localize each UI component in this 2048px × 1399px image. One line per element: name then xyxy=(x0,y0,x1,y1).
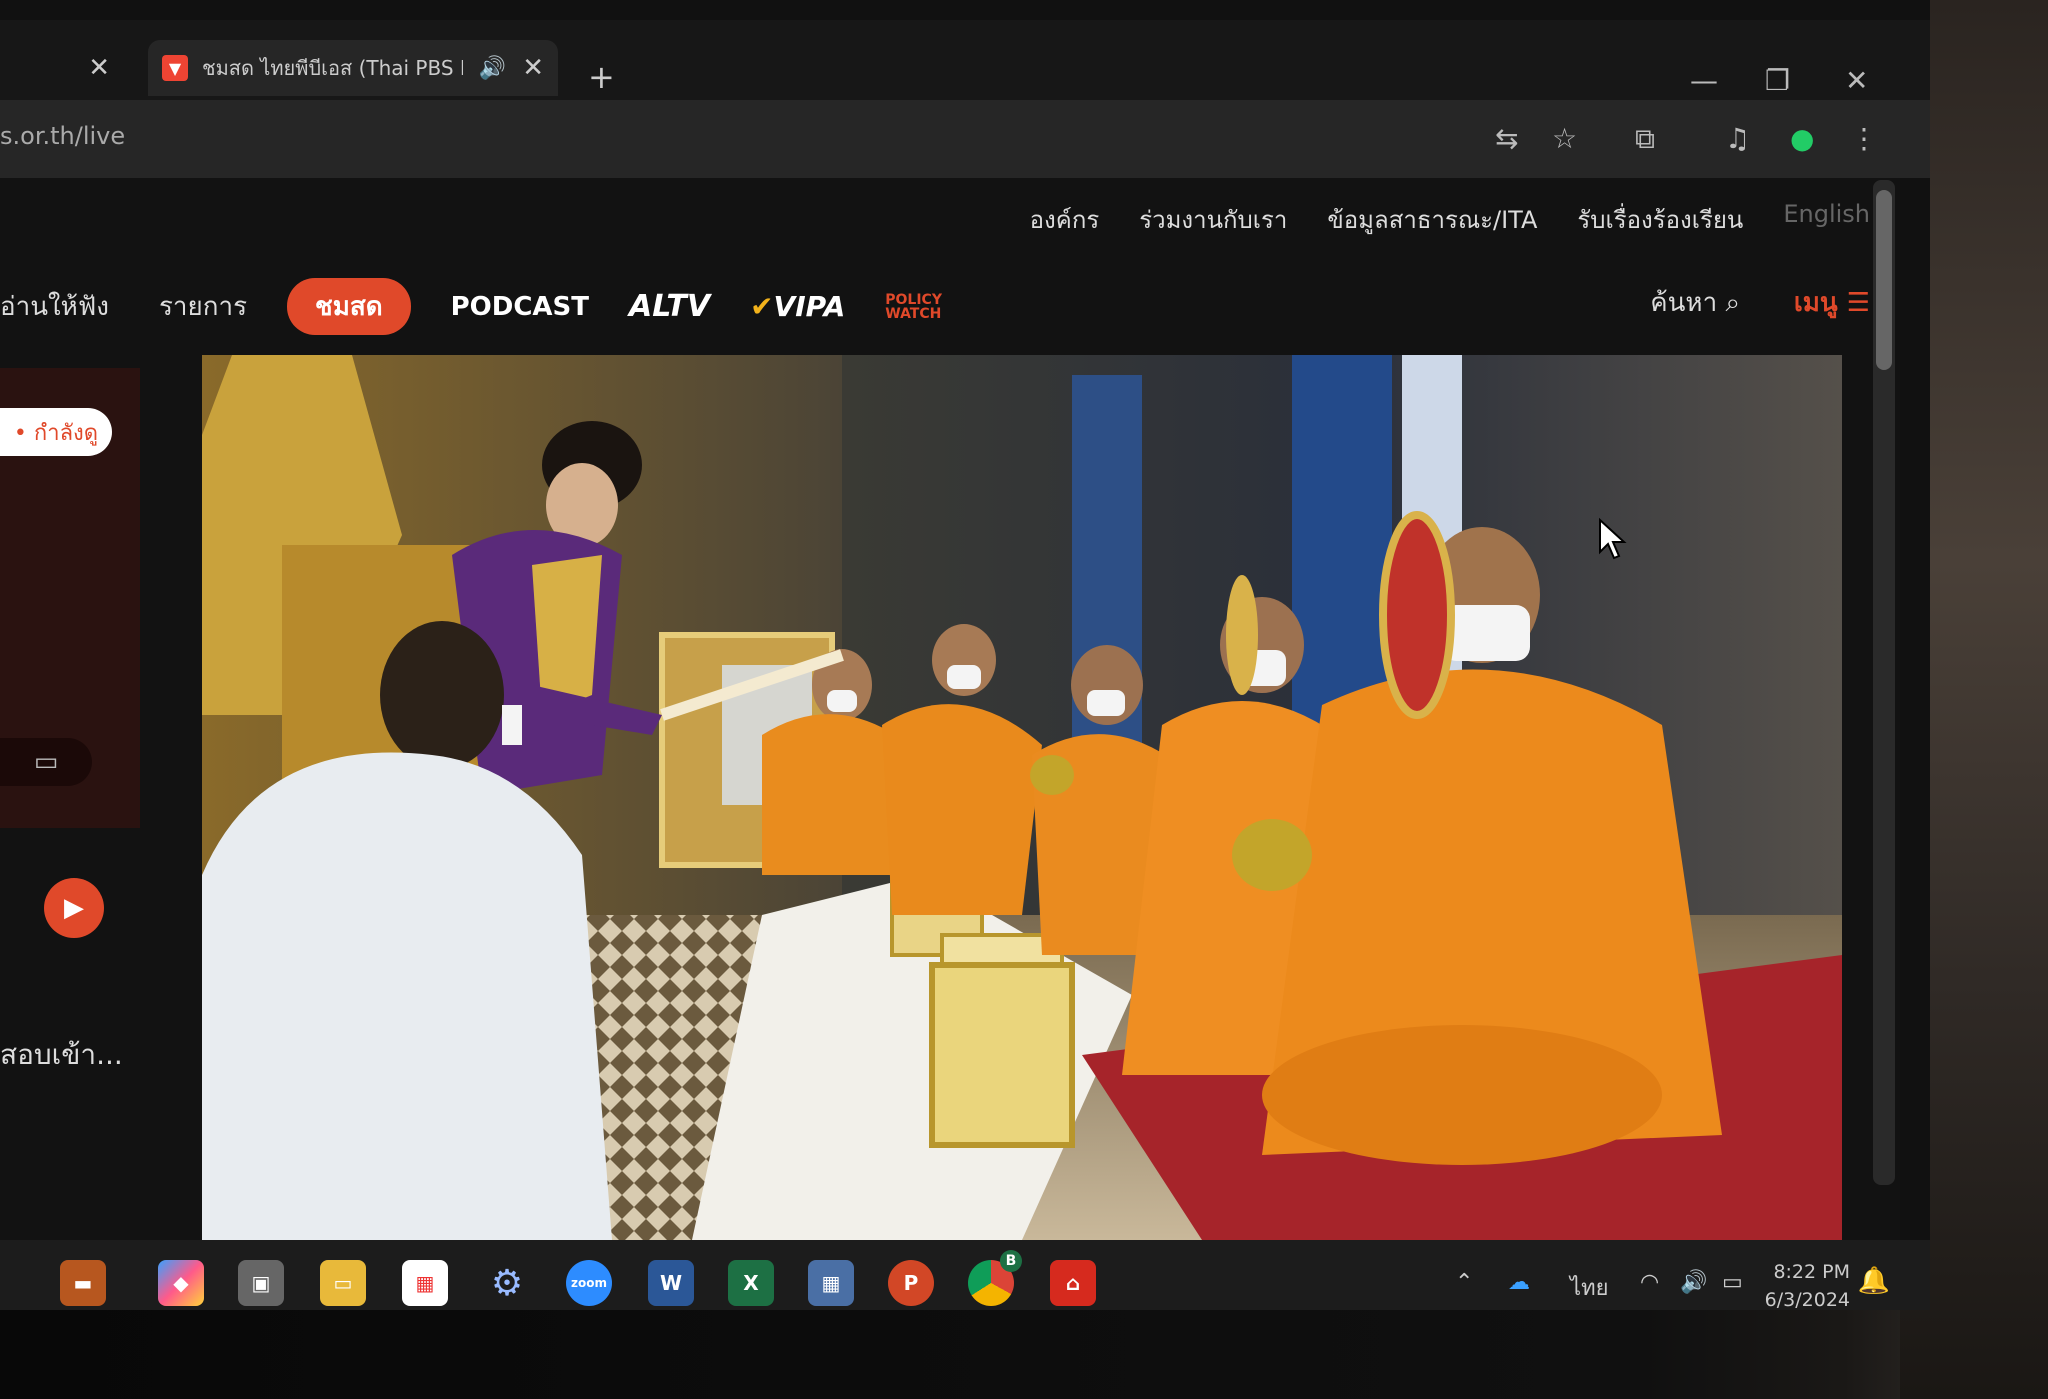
extensions-icon[interactable]: ⧉ xyxy=(1635,122,1655,156)
speaker-icon[interactable]: 🔊 xyxy=(479,56,506,81)
tab-bar: ✕ ▼ ชมสด ไทยพีบีเอส (Thai PBS Li 🔊 ✕ + —… xyxy=(0,20,1930,100)
input-language[interactable]: ไทย xyxy=(1570,1270,1608,1305)
file-explorer-icon[interactable]: ▭ xyxy=(320,1260,366,1306)
nav-policy-watch-logo[interactable]: POLICY WATCH xyxy=(885,293,965,321)
vipa-check-icon: ✔ xyxy=(750,290,774,323)
search-button[interactable]: ค้นหา ⌕ xyxy=(1650,282,1740,323)
thai-pbs-favicon-icon: ▼ xyxy=(162,55,188,81)
notification-bell-icon[interactable]: 🔔 xyxy=(1858,1266,1890,1296)
copilot-icon[interactable]: ◆ xyxy=(158,1260,204,1306)
top-nav-organization[interactable]: องค์กร xyxy=(1030,200,1100,239)
scrollbar-thumb[interactable] xyxy=(1876,190,1892,370)
bookmark-star-icon[interactable]: ☆ xyxy=(1552,122,1577,155)
battery-icon[interactable]: ▭ xyxy=(1722,1270,1743,1295)
top-nav-public-info[interactable]: ข้อมูลสาธารณะ/ITA xyxy=(1327,200,1537,239)
media-control-icon[interactable]: ♫ xyxy=(1725,122,1750,155)
nav-vipa-logo[interactable]: ✔VIPA xyxy=(750,290,845,323)
acrobat-icon[interactable]: ⌂ xyxy=(1050,1260,1096,1306)
powerpoint-icon[interactable]: P xyxy=(888,1260,934,1306)
tv-icon[interactable]: ▭ xyxy=(0,738,92,786)
hamburger-icon: ☰ xyxy=(1846,288,1870,318)
chrome-profile-badge: B xyxy=(1000,1250,1022,1272)
window-close-button[interactable]: ✕ xyxy=(1845,64,1868,97)
word-icon[interactable]: W xyxy=(648,1260,694,1306)
settings-gear-icon[interactable]: ⚙ xyxy=(484,1260,530,1306)
video-frame xyxy=(202,355,1842,1240)
translate-icon[interactable]: ⇆ xyxy=(1495,122,1518,155)
top-nav-careers[interactable]: ร่วมงานกับเรา xyxy=(1139,200,1287,239)
onedrive-cloud-icon[interactable]: ☁ xyxy=(1508,1270,1530,1295)
gold-stand-front xyxy=(929,962,1075,1148)
main-nav: อ่านให้ฟัง รายการ ชมสด PODCAST ALTV ✔VIP… xyxy=(0,278,965,335)
url-field[interactable]: s.or.th/live xyxy=(0,122,125,150)
lacquer-jar xyxy=(1030,755,1074,795)
lacquer-jar xyxy=(1232,819,1312,891)
live-video-player[interactable] xyxy=(202,355,1842,1240)
browser-menu-icon[interactable]: ⋮ xyxy=(1850,122,1878,155)
clock-time: 8:22 PM xyxy=(1773,1261,1850,1283)
nav-live[interactable]: ชมสด xyxy=(287,278,411,335)
briefcase-icon[interactable]: ▬ xyxy=(60,1260,106,1306)
tab-previous[interactable]: ✕ xyxy=(0,40,150,96)
task-view-icon[interactable]: ▣ xyxy=(238,1260,284,1306)
top-nav-english[interactable]: English xyxy=(1783,200,1870,239)
search-icon: ⌕ xyxy=(1725,288,1740,318)
system-clock[interactable]: 8:22 PM 6/3/2024 xyxy=(1765,1258,1850,1310)
profile-avatar[interactable]: ● xyxy=(1790,122,1814,155)
clock-date: 6/3/2024 xyxy=(1764,1289,1850,1310)
calculator-icon[interactable]: ▦ xyxy=(808,1260,854,1306)
ceremonial-fan xyxy=(1226,575,1258,695)
program-title[interactable]: สอบเข้า... xyxy=(0,1033,123,1077)
microsoft-store-icon[interactable]: ▦ xyxy=(402,1260,448,1306)
play-icon[interactable]: ▶ xyxy=(44,878,104,938)
address-bar: s.or.th/live ⇆ ☆ ⧉ ♫ ● ⋮ xyxy=(0,100,1930,178)
chrome-icon[interactable]: B xyxy=(968,1250,1022,1306)
close-icon[interactable]: ✕ xyxy=(88,53,110,83)
show-hidden-icons-chevron-icon[interactable]: ⌃ xyxy=(1455,1270,1473,1295)
nav-podcast-logo[interactable]: PODCAST xyxy=(451,292,589,322)
wifi-icon[interactable]: ◠ xyxy=(1640,1270,1659,1295)
screen: ✕ ▼ ชมสด ไทยพีบีเอส (Thai PBS Li 🔊 ✕ + —… xyxy=(0,0,1930,1310)
nav-altv-logo[interactable]: ALTV xyxy=(629,289,710,324)
tab-thai-pbs-live[interactable]: ▼ ชมสด ไทยพีบีเอส (Thai PBS Li 🔊 ✕ xyxy=(148,40,558,96)
ceremonial-fan xyxy=(1379,511,1455,719)
menu-button[interactable]: เมนู ☰ xyxy=(1794,282,1870,323)
minimize-button[interactable]: — xyxy=(1690,64,1718,97)
close-icon[interactable]: ✕ xyxy=(522,53,544,83)
tab-title: ชมสด ไทยพีบีเอส (Thai PBS Li xyxy=(202,56,463,80)
new-tab-button[interactable]: + xyxy=(588,58,615,96)
nav-read-aloud[interactable]: อ่านให้ฟัง xyxy=(0,286,109,327)
volume-icon[interactable]: 🔊 xyxy=(1680,1270,1707,1295)
restore-button[interactable]: ❐ xyxy=(1765,64,1790,97)
zoom-icon[interactable]: zoom xyxy=(566,1260,612,1306)
windows-taskbar: ▬ ◆ ▣ ▭ ▦ ⚙ zoom W X ▦ P B ⌂ ⌃ ☁ ไทย ◠ 🔊… xyxy=(0,1240,1930,1310)
nav-programs[interactable]: รายการ xyxy=(159,286,247,327)
top-nav: องค์กร ร่วมงานกับเรา ข้อมูลสาธารณะ/ITA ร… xyxy=(1030,200,1870,239)
now-watching-badge[interactable]: • กำลังดู xyxy=(0,408,112,456)
excel-icon[interactable]: X xyxy=(728,1260,774,1306)
top-nav-complaints[interactable]: รับเรื่องร้องเรียน xyxy=(1577,200,1743,239)
